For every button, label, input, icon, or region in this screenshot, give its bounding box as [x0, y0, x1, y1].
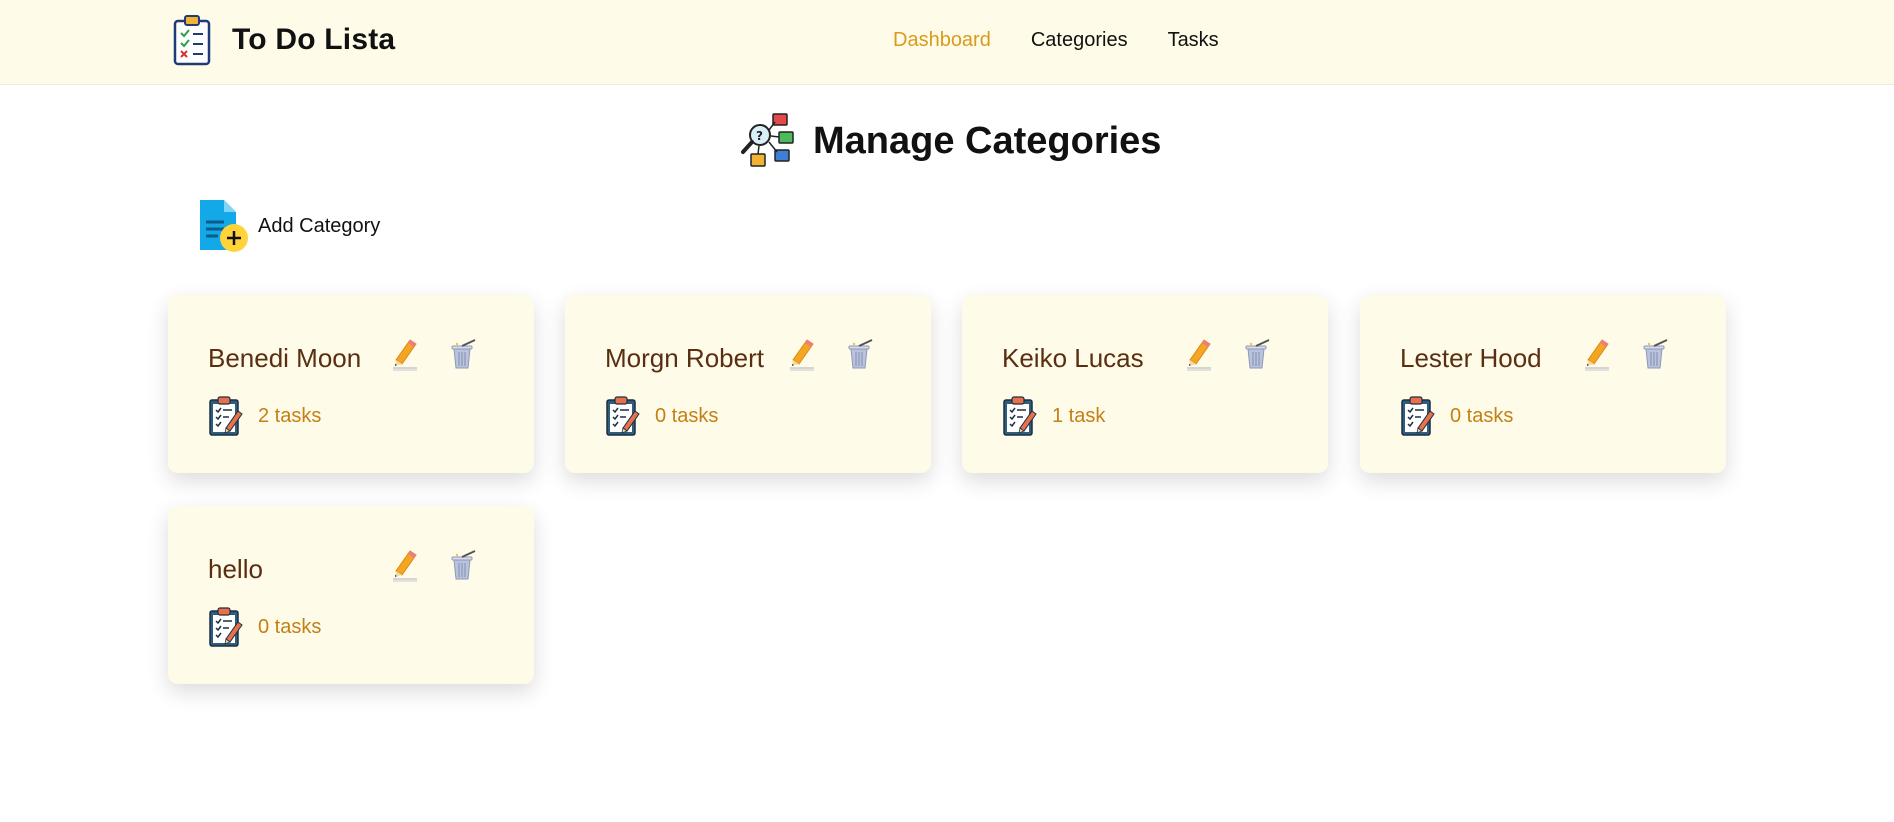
pencil-icon: [1585, 339, 1609, 371]
add-category-button[interactable]: Add Category: [196, 196, 380, 256]
task-count: 0 tasks: [208, 606, 321, 648]
svg-text:?: ?: [756, 129, 763, 143]
category-card: Keiko Lucas 1 task: [962, 295, 1328, 473]
task-count: 0 tasks: [605, 395, 718, 437]
add-document-icon: [200, 200, 248, 252]
category-name: hello: [208, 554, 263, 584]
clipboard-pencil-icon: [606, 396, 640, 436]
delete-button[interactable]: [1242, 337, 1272, 371]
clipboard-pencil-icon: [1401, 396, 1435, 436]
category-name: Morgn Robert: [605, 343, 764, 373]
task-count-label: 1 task: [1052, 404, 1106, 427]
delete-button[interactable]: [845, 337, 875, 371]
trash-icon: [451, 339, 476, 369]
category-name: Lester Hood: [1400, 343, 1542, 373]
edit-button[interactable]: [1582, 337, 1612, 371]
task-count: 1 task: [1002, 395, 1105, 437]
trash-icon: [848, 339, 873, 369]
nav-categories[interactable]: Categories: [1031, 28, 1128, 52]
task-count-label: 0 tasks: [258, 615, 322, 638]
task-count-label: 0 tasks: [655, 404, 719, 427]
edit-button[interactable]: [787, 337, 817, 371]
task-count-label: 2 tasks: [258, 404, 322, 427]
delete-button[interactable]: [1640, 337, 1670, 371]
nav-tasks[interactable]: Tasks: [1168, 28, 1219, 52]
pencil-icon: [393, 550, 417, 582]
page-title: Manage Categories: [813, 119, 1162, 162]
category-card: Morgn Robert 0 tasks: [565, 295, 931, 473]
app-title: To Do Lista: [232, 23, 396, 56]
delete-button[interactable]: [448, 337, 478, 371]
delete-button[interactable]: [448, 548, 478, 582]
clipboard-pencil-icon: [209, 396, 243, 436]
edit-button[interactable]: [390, 337, 420, 371]
clipboard-checklist-icon: [173, 15, 211, 66]
category-name: Keiko Lucas: [1002, 343, 1144, 373]
pencil-icon: [1187, 339, 1211, 371]
category-card: Lester Hood 0 tasks: [1360, 295, 1726, 473]
page-heading: ? Manage Categories: [739, 112, 1161, 170]
pencil-icon: [393, 339, 417, 371]
task-count: 2 tasks: [208, 395, 321, 437]
category-name: Benedi Moon: [208, 343, 362, 373]
trash-icon: [1245, 339, 1270, 369]
brand[interactable]: To Do Lista: [172, 14, 395, 66]
edit-button[interactable]: [390, 548, 420, 582]
top-navbar: To Do Lista Dashboard Categories Tasks: [0, 0, 1894, 85]
add-category-label: Add Category: [258, 214, 381, 237]
nav-dashboard[interactable]: Dashboard: [893, 28, 991, 52]
task-count: 0 tasks: [1400, 395, 1513, 437]
trash-icon: [1643, 339, 1668, 369]
clipboard-pencil-icon: [1003, 396, 1037, 436]
category-card: hello 0 tasks: [168, 506, 534, 684]
clipboard-pencil-icon: [209, 607, 243, 647]
edit-button[interactable]: [1184, 337, 1214, 371]
pencil-icon: [790, 339, 814, 371]
task-count-label: 0 tasks: [1450, 404, 1514, 427]
category-search-icon: ?: [741, 113, 794, 167]
main-nav: Dashboard Categories Tasks: [893, 28, 1259, 52]
category-card: Benedi Moon 2 tasks: [168, 295, 534, 473]
trash-icon: [451, 550, 476, 580]
